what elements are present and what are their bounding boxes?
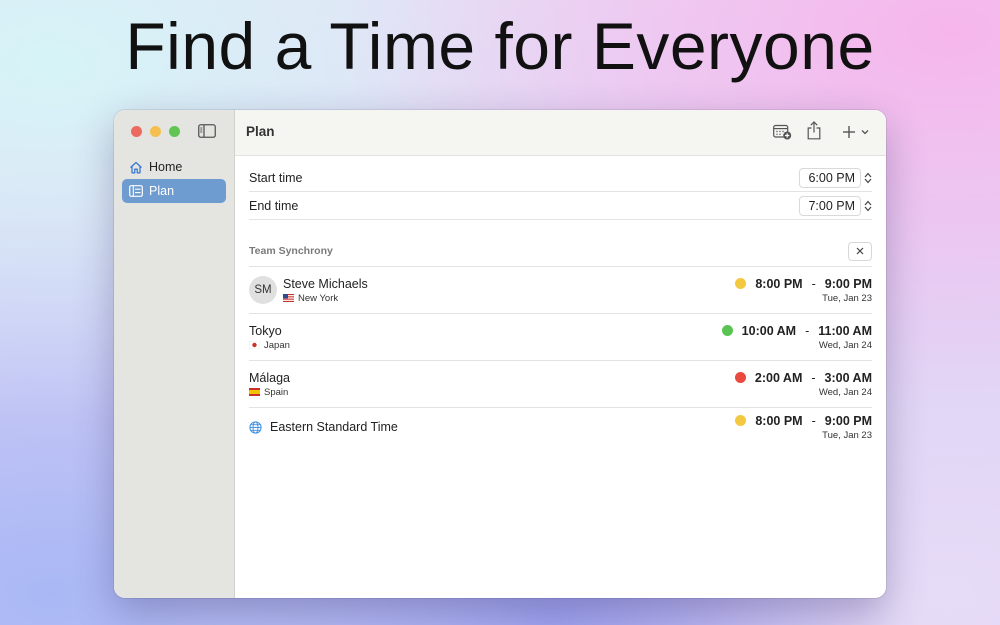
range-date: Wed, Jan 24 bbox=[818, 339, 872, 351]
start-time-stepper[interactable] bbox=[864, 172, 872, 184]
range-dash: - bbox=[805, 323, 810, 338]
time-range: 8:00 PM - 9:00 PM Tue, Jan 23 bbox=[735, 277, 872, 304]
start-time-field[interactable]: 6:00 PM bbox=[799, 167, 861, 188]
range-dash: - bbox=[811, 276, 816, 291]
time-range-line: 8:00 PM - 9:00 PM bbox=[735, 277, 872, 291]
plus-icon bbox=[843, 126, 855, 138]
sidebar-item-label: Plan bbox=[149, 184, 175, 198]
sidebar: Home Plan bbox=[114, 110, 235, 598]
range-end: 9:00 PM bbox=[824, 276, 872, 291]
us-flag-icon bbox=[283, 294, 294, 302]
sidebar-item-plan[interactable]: Plan bbox=[122, 179, 226, 203]
range-start: 8:00 PM bbox=[755, 276, 803, 291]
range-start: 2:00 AM bbox=[754, 370, 803, 385]
range-dash: - bbox=[811, 370, 816, 385]
person-text: Steve Michaels New York bbox=[283, 277, 368, 304]
globe-icon bbox=[249, 420, 262, 434]
range-date: Tue, Jan 23 bbox=[822, 429, 872, 441]
location-label: Japan bbox=[264, 339, 290, 351]
end-time-label: End time bbox=[249, 198, 299, 213]
end-time-stepper[interactable] bbox=[864, 200, 872, 212]
share-icon bbox=[807, 120, 821, 139]
person-name: Tokyo bbox=[249, 323, 282, 338]
remove-team-button[interactable] bbox=[848, 241, 872, 261]
team-section-header: Team Synchrony bbox=[249, 240, 872, 267]
person-info: Tokyo Japan bbox=[249, 324, 290, 351]
end-time-row: End time 7:00 PM bbox=[249, 192, 872, 220]
location-label: Spain bbox=[264, 386, 289, 398]
plan-content: Start time 6:00 PM End time 7:00 PM Team… bbox=[235, 164, 886, 446]
minimize-window-button[interactable] bbox=[150, 126, 161, 137]
close-icon bbox=[856, 247, 864, 255]
time-range: 2:00 AM - 3:00 AM Wed, Jan 24 bbox=[734, 370, 872, 398]
timezone-row[interactable]: Eastern Standard Time 8:00 PM - 9:00 PM … bbox=[249, 408, 872, 446]
time-range: 8:00 PM - 9:00 PM Tue, Jan 23 bbox=[735, 414, 872, 441]
start-time-row: Start time 6:00 PM bbox=[249, 164, 872, 192]
chevron-down-icon[interactable] bbox=[864, 206, 872, 212]
calendar-add-icon bbox=[773, 124, 792, 140]
main-pane: Plan Start time 6:00 PM End time 7:00 PM… bbox=[235, 110, 886, 598]
range-start: 8:00 PM bbox=[755, 413, 803, 428]
close-window-button[interactable] bbox=[131, 126, 142, 137]
avatar: SM bbox=[249, 276, 277, 304]
person-name: Málaga bbox=[249, 370, 290, 385]
sidebar-toggle-icon[interactable] bbox=[198, 124, 216, 138]
person-info: Málaga Spain bbox=[249, 371, 290, 398]
status-dot bbox=[735, 415, 747, 426]
page-headline: Find a Time for Everyone bbox=[125, 9, 875, 83]
status-dot bbox=[734, 372, 746, 383]
status-dot bbox=[735, 278, 747, 289]
section-title: Team Synchrony bbox=[249, 245, 333, 257]
add-menu-button[interactable] bbox=[842, 122, 870, 142]
person-name: Steve Michaels bbox=[283, 276, 368, 291]
chevron-down-icon bbox=[861, 130, 869, 135]
zoom-window-button[interactable] bbox=[169, 126, 180, 137]
list-item[interactable]: SM Steve Michaels New York 8:00 PM - 9:0… bbox=[249, 267, 872, 314]
plan-icon bbox=[129, 185, 143, 197]
range-dash: - bbox=[811, 413, 816, 428]
timezone-info: Eastern Standard Time bbox=[249, 420, 398, 434]
time-range-line: 10:00 AM - 11:00 AM bbox=[721, 323, 872, 338]
share-button[interactable] bbox=[807, 120, 821, 140]
location-label: New York bbox=[298, 292, 339, 304]
range-end: 9:00 PM bbox=[824, 413, 872, 428]
person-text: Málaga Spain bbox=[249, 371, 290, 398]
house-icon bbox=[130, 161, 142, 173]
es-flag-icon bbox=[249, 388, 260, 396]
person-location: Spain bbox=[249, 387, 290, 398]
jp-flag-icon bbox=[249, 341, 260, 349]
person-location: New York bbox=[283, 293, 368, 304]
time-range-line: 2:00 AM - 3:00 AM bbox=[734, 370, 872, 385]
sidebar-item-label: Home bbox=[149, 160, 183, 174]
person-text: Tokyo Japan bbox=[249, 324, 290, 351]
add-calendar-button[interactable] bbox=[773, 122, 792, 142]
time-range-line: 8:00 PM - 9:00 PM bbox=[735, 414, 872, 428]
window-controls bbox=[131, 126, 180, 137]
person-info: SM Steve Michaels New York bbox=[249, 276, 368, 304]
sidebar-nav: Home Plan bbox=[122, 155, 226, 203]
list-item[interactable]: Tokyo Japan 10:00 AM - 11:00 AM Wed, Jan… bbox=[249, 314, 872, 361]
start-time-label: Start time bbox=[249, 170, 303, 185]
chevron-down-icon[interactable] bbox=[864, 178, 872, 184]
end-time-field[interactable]: 7:00 PM bbox=[799, 195, 861, 216]
range-date: Tue, Jan 23 bbox=[822, 292, 872, 304]
page-title: Plan bbox=[246, 124, 275, 139]
end-time-control: 7:00 PM bbox=[799, 195, 872, 216]
start-time-control: 6:00 PM bbox=[799, 167, 872, 188]
person-location: Japan bbox=[249, 340, 290, 351]
status-dot bbox=[721, 325, 733, 336]
time-range: 10:00 AM - 11:00 AM Wed, Jan 24 bbox=[721, 323, 872, 351]
list-item[interactable]: Málaga Spain 2:00 AM - 3:00 AM Wed, Jan … bbox=[249, 361, 872, 408]
app-window: Home Plan Plan Start time 6:00 PM End ti… bbox=[114, 110, 886, 598]
timezone-name: Eastern Standard Time bbox=[270, 420, 398, 434]
toolbar: Plan bbox=[235, 110, 886, 156]
range-end: 11:00 AM bbox=[818, 323, 872, 338]
sidebar-item-home[interactable]: Home bbox=[122, 155, 226, 179]
range-start: 10:00 AM bbox=[741, 323, 797, 338]
range-date: Wed, Jan 24 bbox=[818, 386, 872, 398]
range-end: 3:00 AM bbox=[824, 370, 872, 385]
